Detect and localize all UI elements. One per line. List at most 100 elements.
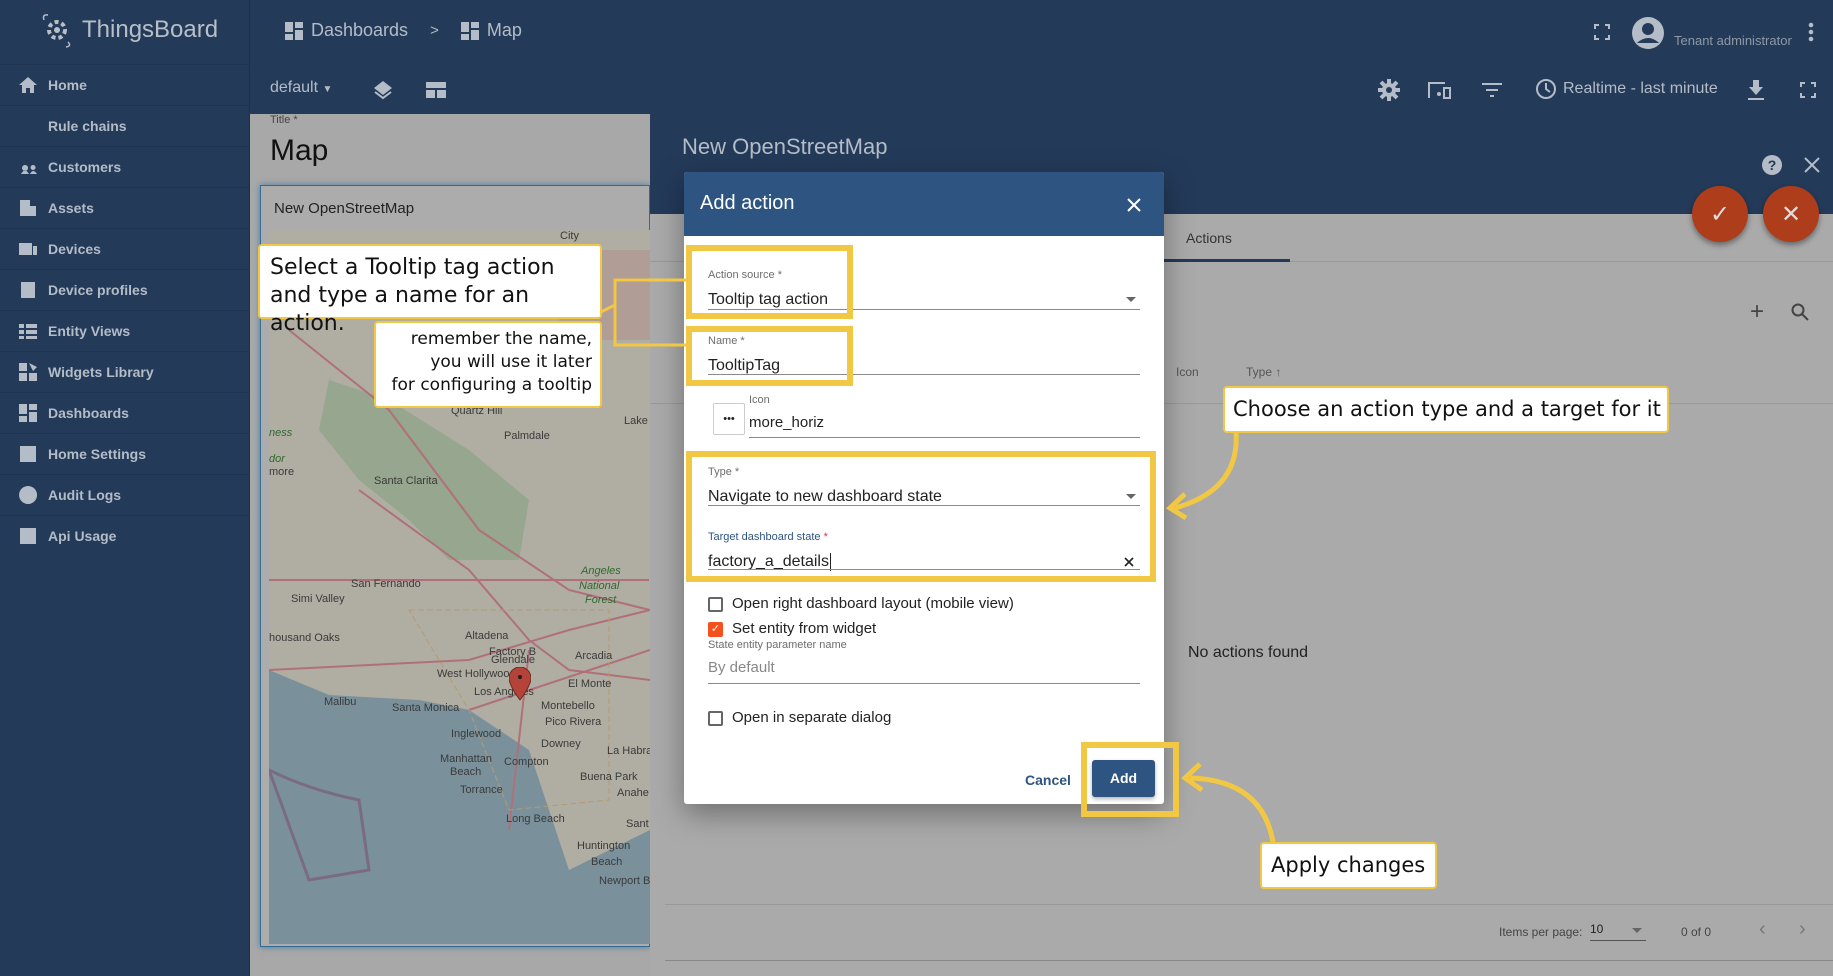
add-action-icon[interactable]: +: [1750, 298, 1764, 326]
prev-page-icon[interactable]: ‹: [1759, 918, 1766, 941]
sidebar-item[interactable]: Widgets Library: [0, 351, 250, 392]
empty-message: No actions found: [1188, 644, 1309, 661]
sidebar-item[interactable]: Devices: [0, 228, 250, 269]
map-place-label: Compton: [504, 756, 549, 768]
dashboard-title[interactable]: Map: [270, 134, 328, 168]
sidebar-item[interactable]: Home Settings: [0, 433, 250, 474]
map-place-label: Forest: [585, 594, 617, 606]
filter-icon[interactable]: [1482, 83, 1502, 97]
map-place-label: Lake: [624, 415, 648, 427]
map-place-label: Newport Be: [599, 875, 650, 887]
map-place-label: Huntington: [577, 840, 631, 852]
devices-layout-icon[interactable]: [1428, 81, 1452, 99]
open-right-layout-checkbox[interactable]: Open right dashboard layout (mobile view…: [708, 594, 1128, 616]
checkbox-unchecked: [708, 597, 723, 612]
sidebar-item-label: Home: [48, 77, 87, 93]
sidebar-item[interactable]: Home: [0, 64, 250, 105]
dialog-title: Add action: [700, 192, 795, 214]
sidebar-item-icon: [19, 243, 37, 255]
map-place-label: Beach: [450, 766, 482, 778]
page-size-select[interactable]: 10: [1590, 922, 1646, 941]
apply-widget-button[interactable]: ✓: [1692, 186, 1748, 242]
sidebar-item-label: Dashboards: [48, 405, 129, 421]
cancel-button[interactable]: Cancel: [1025, 772, 1071, 788]
more-vert-icon[interactable]: [1808, 22, 1814, 42]
search-icon[interactable]: [1791, 303, 1809, 321]
highlight-action-source: [686, 245, 853, 319]
callout-line: Select a Tooltip tag action: [270, 255, 555, 280]
sidebar-item-icon: [20, 122, 36, 130]
layers-icon[interactable]: [373, 80, 393, 100]
column-icon[interactable]: Icon: [1176, 365, 1199, 379]
sidebar-item-label: Rule chains: [48, 118, 127, 134]
sidebar-item[interactable]: Audit Logs: [0, 474, 250, 515]
state-selector[interactable]: default ▼: [270, 79, 332, 97]
map-place-label: more: [269, 466, 295, 478]
fullscreen-icon[interactable]: [1594, 24, 1610, 40]
close-dialog-icon[interactable]: [1127, 198, 1141, 212]
column-type[interactable]: Type ↑: [1246, 365, 1281, 379]
callout-remember-name: remember the name, you will use it later…: [374, 321, 602, 408]
sidebar-item[interactable]: Dashboards: [0, 392, 250, 433]
fullscreen-icon[interactable]: [1800, 82, 1816, 98]
map-place-label: Beach: [591, 856, 623, 868]
separate-dialog-checkbox[interactable]: Open in separate dialog: [708, 708, 1128, 730]
layout-icon[interactable]: [426, 82, 446, 98]
discard-widget-button[interactable]: ✕: [1763, 186, 1819, 242]
set-entity-label: Set entity from widget: [732, 620, 877, 637]
icon-value: more_horiz: [749, 414, 825, 431]
page-size-value: 10: [1590, 922, 1604, 936]
clock-icon: [1536, 79, 1556, 99]
settings-icon[interactable]: [1378, 79, 1400, 101]
timewindow-button[interactable]: Realtime - last minute: [1535, 78, 1718, 100]
breadcrumb-dashboards[interactable]: Dashboards: [311, 20, 408, 41]
callout-line: you will use it later: [430, 352, 592, 372]
map-place-label: Simi Valley: [291, 593, 345, 605]
map-marker-icon[interactable]: [509, 667, 531, 701]
sidebar-item-icon: [19, 404, 37, 422]
state-param-input[interactable]: State entity parameter name By default: [708, 639, 1140, 685]
sidebar-item[interactable]: Device profiles: [0, 269, 250, 310]
callout-choose-type: Choose an action type and a target for i…: [1223, 386, 1669, 433]
map-place-label: Santa Monica: [392, 702, 460, 714]
sidebar-item-label: Widgets Library: [48, 364, 154, 380]
help-icon[interactable]: ?: [1762, 155, 1782, 175]
close-icon[interactable]: [1804, 157, 1820, 173]
dialog-header: Add action: [684, 172, 1164, 236]
avatar-icon[interactable]: [1632, 17, 1664, 49]
set-entity-checkbox[interactable]: ✓ Set entity from widget: [708, 619, 1128, 641]
map-place-label: Arcadia: [575, 650, 613, 662]
sidebar-item[interactable]: Api Usage: [0, 515, 250, 556]
map-place-label: National: [579, 580, 620, 592]
checkbox-unchecked: [708, 711, 723, 726]
map-place-label: Palmdale: [504, 430, 550, 442]
sidebar-item[interactable]: Entity Views: [0, 310, 250, 351]
state-param-placeholder: By default: [708, 659, 775, 676]
breadcrumb-map: Map: [486, 20, 522, 40]
next-page-icon[interactable]: ›: [1799, 918, 1806, 941]
highlight-name: [686, 326, 853, 386]
logo[interactable]: ThingsBoard: [38, 12, 218, 48]
icon-input[interactable]: Icon more_horiz: [749, 394, 1140, 438]
tab-actions[interactable]: Actions: [1186, 230, 1232, 246]
sidebar-item-label: Api Usage: [48, 528, 117, 544]
sidebar-item[interactable]: Assets: [0, 187, 250, 228]
sidebar-item[interactable]: Customers: [0, 146, 250, 187]
map-place-label: Anahe: [617, 787, 649, 799]
sidebar-item-icon: [20, 446, 36, 462]
icon-picker-button[interactable]: •••: [713, 403, 745, 435]
map-place-label: housand Oaks: [269, 632, 340, 644]
app-name: ThingsBoard: [82, 16, 219, 43]
tab-indicator: [1164, 259, 1290, 262]
map-place-label: Inglewood: [451, 728, 502, 740]
breadcrumb: Dashboards > Map: [285, 20, 522, 41]
state-param-label: State entity parameter name: [708, 639, 847, 651]
callout-select-action: Select a Tooltip tag action and type a n…: [258, 244, 602, 336]
sidebar-item[interactable]: Rule chains: [0, 105, 250, 146]
dashboard-icon: [460, 21, 479, 40]
map-place-label: San Fernando: [351, 578, 421, 590]
sidebar-item-label: Customers: [48, 159, 122, 175]
sort-arrow-icon: ↑: [1275, 365, 1282, 379]
download-icon[interactable]: [1748, 80, 1764, 100]
sidebar-item-icon: [19, 363, 37, 381]
